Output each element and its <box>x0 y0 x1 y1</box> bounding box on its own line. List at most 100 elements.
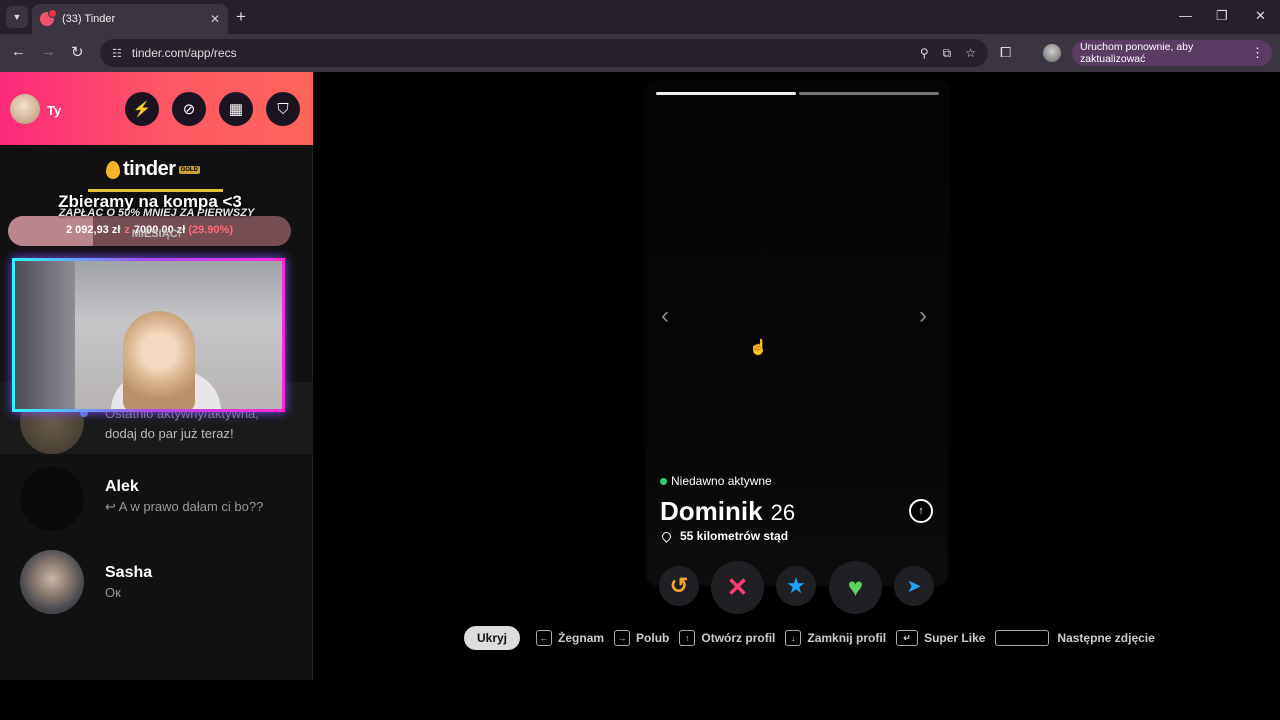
status-dot-icon <box>660 477 667 485</box>
webcam-overlay <box>12 258 285 412</box>
shortcut-like: → Polub <box>614 630 669 646</box>
close-icon: ✕ <box>726 572 749 602</box>
open-profile-button[interactable]: ↑ <box>909 499 933 523</box>
explore-button[interactable]: ⊘ <box>172 92 206 126</box>
activity-text: Niedawno aktywne <box>671 474 772 488</box>
table-row[interactable]: Sasha Ок <box>0 548 313 634</box>
logo-text: tinder <box>123 158 176 180</box>
avatar[interactable] <box>10 94 40 124</box>
distance-text: 55 kilometrów stąd <box>680 529 789 543</box>
shortcut-label: Super Like <box>924 631 986 645</box>
chevron-right-icon[interactable]: › <box>919 302 927 330</box>
boost-button[interactable]: ⚡ <box>125 92 159 126</box>
like-button[interactable]: ♥ <box>829 561 882 614</box>
lightning-icon: ⚡ <box>132 101 152 118</box>
restore-button[interactable]: ❐ <box>1216 8 1228 24</box>
gold-badge: GOLD <box>178 165 200 174</box>
back-button[interactable]: ← <box>11 43 26 60</box>
close-icon[interactable]: ✕ <box>210 12 220 26</box>
arrow-down-key-icon: ↓ <box>785 630 802 646</box>
new-tab-button[interactable]: + <box>236 7 246 27</box>
shortcut-nope: ← Żegnam <box>536 630 604 646</box>
shortcut-close-profile: ↓ Zamknij profil <box>785 630 886 646</box>
arrow-left-key-icon: ← <box>536 630 553 646</box>
avatar <box>20 467 84 531</box>
shortcut-label: Otwórz profil <box>701 631 776 645</box>
url-text: tinder.com/app/recs <box>131 46 237 60</box>
list-item-text-2: dodaj do par już teraz! <box>105 426 234 441</box>
tab-title: (33) Tinder <box>62 13 116 25</box>
reload-button[interactable]: ↻ <box>71 43 84 61</box>
flame-icon <box>106 160 120 179</box>
distance-row: 55 kilometrów stąd <box>660 529 788 543</box>
hand-cursor-icon: ☝ <box>749 339 768 356</box>
send-icon: ➤ <box>906 575 922 596</box>
keyboard-shortcuts-bar: Ukryj ← Żegnam → Polub ↑ Otwórz profil ↓ Zam… <box>464 626 1165 650</box>
sidebar-header: Ty ⚡ ⊘ ▦ ⛉ <box>0 72 313 145</box>
chevron-down-icon: ▼ <box>12 12 22 22</box>
user-name[interactable]: Ty <box>47 103 61 118</box>
profile-name-row: Dominik 26 <box>660 496 795 527</box>
goal-title: Zbieramy na kompa <3 <box>58 192 242 211</box>
photo-progress <box>799 92 939 95</box>
shortcut-super-like: ↵ Super Like <box>896 630 985 646</box>
webcam-bg <box>15 261 75 409</box>
profile-age: 26 <box>770 500 796 525</box>
briefcase-icon: ▦ <box>228 101 244 118</box>
shield-icon: ⛉ <box>277 100 289 118</box>
sidebar: Ty ⚡ ⊘ ▦ ⛉ tinder GOLD 2 092,93 zł z 7000,… <box>0 72 313 680</box>
rewind-icon: ↺ <box>669 573 689 598</box>
match-name: Sasha <box>105 564 153 581</box>
window-close-button[interactable]: ✕ <box>1255 8 1266 24</box>
location-icon[interactable]: ⚲ <box>920 46 929 60</box>
profile-avatar[interactable] <box>1043 44 1061 62</box>
menu-dots-icon[interactable]: ⋮ <box>1251 45 1264 61</box>
arrow-up-icon: ↑ <box>918 505 924 517</box>
match-message: Ок <box>105 585 121 600</box>
heart-icon: ♥ <box>847 572 864 602</box>
profile-name: Dominik <box>660 496 763 526</box>
browser-toolbar: ← → ↻ ☷ tinder.com/app/recs ⚲ ⧉ ☆ ⧠ Uruc… <box>0 34 1280 72</box>
boost-send-button[interactable]: ➤ <box>894 566 934 606</box>
star-icon: ★ <box>786 573 806 598</box>
rewind-button[interactable]: ↺ <box>659 566 699 606</box>
bookmark-star-icon[interactable]: ☆ <box>965 46 976 60</box>
activity-status: Niedawno aktywne <box>660 474 772 488</box>
browser-tab-bar: ▼ (33) Tinder ✕ + — ❐ ✕ <box>0 0 1280 34</box>
photo-progress-active <box>656 92 796 95</box>
hide-shortcuts-button[interactable]: Ukryj <box>464 626 521 650</box>
browser-tab[interactable]: (33) Tinder ✕ <box>32 4 228 34</box>
site-info-icon[interactable]: ☷ <box>112 47 122 60</box>
location-pin-icon <box>660 529 673 543</box>
minimize-button[interactable]: — <box>1179 8 1192 23</box>
table-row[interactable]: Alek ↩ A w prawo dałam ci bo?? <box>0 462 313 548</box>
update-label: Uruchom ponownie, aby zaktualizować <box>1080 41 1194 65</box>
super-like-button[interactable]: ★ <box>776 566 816 606</box>
shortcut-open-profile: ↑ Otwórz profil <box>679 630 775 646</box>
install-app-icon[interactable]: ⧉ <box>943 46 952 61</box>
chevron-left-icon[interactable]: ‹ <box>661 302 669 330</box>
compass-icon: ⊘ <box>182 101 196 118</box>
webcam-person-head <box>123 311 195 409</box>
tinder-gold-logo: tinder GOLD <box>106 158 200 181</box>
safety-button[interactable]: ⛉ <box>266 92 300 126</box>
shortcut-label: Polub <box>636 631 670 645</box>
arrow-up-key-icon: ↑ <box>679 630 696 646</box>
space-key-icon <box>995 630 1050 646</box>
shortcut-next-photo: Następne zdjęcie <box>995 630 1155 646</box>
forward-button[interactable]: → <box>41 43 56 60</box>
avatar <box>20 550 84 614</box>
update-button[interactable]: Uruchom ponownie, aby zaktualizować ⋮ <box>1072 40 1272 66</box>
tinder-favicon-icon <box>40 9 57 26</box>
shortcut-label: Następne zdjęcie <box>1057 631 1155 645</box>
enter-key-icon: ↵ <box>896 630 919 646</box>
extensions-icon[interactable]: ⧠ <box>1000 44 1011 61</box>
tab-search-button[interactable]: ▼ <box>6 6 28 28</box>
nope-button[interactable]: ✕ <box>711 561 764 614</box>
match-message: ↩ A w prawo dałam ci bo?? <box>105 499 264 514</box>
work-mode-button[interactable]: ▦ <box>219 92 253 126</box>
match-name: Alek <box>105 478 139 495</box>
shortcut-label: Zamknij profil <box>807 631 887 645</box>
shortcut-label: Żegnam <box>558 631 605 645</box>
address-bar[interactable]: ☷ tinder.com/app/recs ⚲ ⧉ ☆ <box>100 39 988 67</box>
